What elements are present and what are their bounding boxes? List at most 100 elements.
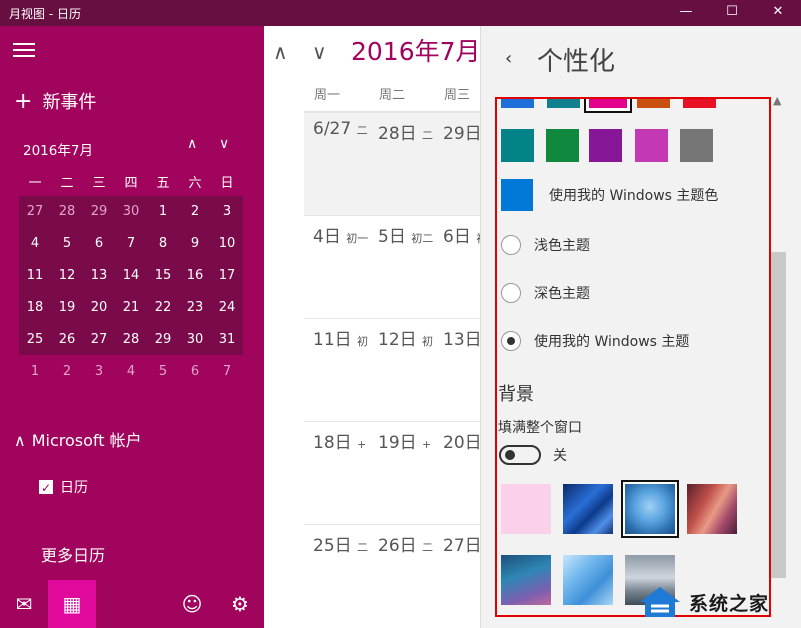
maximize-button[interactable]: ☐ [709,0,755,26]
mini-calendar-day[interactable]: 1 [19,356,51,388]
day-cell[interactable]: 27日 [434,525,481,627]
day-cell[interactable]: 4日 初一 [304,216,369,318]
mini-calendar-day[interactable]: 22 [147,292,179,324]
mini-calendar-next-icon[interactable]: ∨ [219,136,229,152]
close-button[interactable]: ✕ [755,0,801,26]
mini-calendar-day[interactable]: 14 [115,260,147,292]
mini-calendar-day[interactable]: 23 [179,292,211,324]
mini-calendar-day[interactable]: 30 [115,196,147,228]
day-cell[interactable]: 12日 初 [369,319,434,421]
day-cell[interactable]: 5日 初二 [369,216,434,318]
background-thumbnail-teal-wave[interactable] [501,555,551,605]
mini-calendar-day[interactable]: 15 [147,260,179,292]
accent-color-swatch[interactable] [683,99,716,108]
accent-color-swatch[interactable] [546,129,579,162]
mini-calendar-day[interactable]: 20 [83,292,115,324]
mini-calendar-day[interactable]: 2 [51,356,83,388]
mini-calendar-day[interactable]: 3 [211,196,243,228]
mini-calendar-day[interactable]: 10 [211,228,243,260]
day-cell[interactable]: 11日 初 [304,319,369,421]
mini-calendar-day[interactable]: 7 [211,356,243,388]
new-event-button[interactable]: + 新事件 [14,88,96,114]
theme-option-windows[interactable]: 使用我的 Windows 主题 [501,331,689,351]
day-cell[interactable]: 19日 + [369,422,434,524]
mini-calendar-day[interactable]: 12 [51,260,83,292]
day-cell[interactable]: 20日 [434,422,481,524]
mini-calendar-day[interactable]: 1 [147,196,179,228]
mini-calendar-day[interactable]: 29 [147,324,179,356]
accent-color-swatch[interactable] [501,99,534,108]
mini-calendar-day[interactable]: 11 [19,260,51,292]
mini-calendar-day[interactable]: 6 [83,228,115,260]
mini-calendar-day[interactable]: 30 [179,324,211,356]
radio-icon[interactable] [501,235,521,255]
fill-window-toggle[interactable] [499,445,541,465]
mini-calendar-day[interactable]: 3 [83,356,115,388]
mini-calendar-day[interactable]: 28 [51,196,83,228]
more-calendars-link[interactable]: 更多日历 [41,542,105,566]
mini-calendar-day[interactable]: 13 [83,260,115,292]
background-thumbnail-pink[interactable] [501,484,551,534]
mail-icon[interactable]: ✉ [0,580,48,628]
theme-option-dark[interactable]: 深色主题 [501,283,590,303]
windows-accent-swatch[interactable] [501,179,533,211]
mini-calendar-day[interactable]: 29 [83,196,115,228]
checkbox-checked-icon[interactable]: ✓ [39,480,53,495]
mini-calendar-day[interactable]: 17 [211,260,243,292]
mini-calendar-day[interactable]: 28 [115,324,147,356]
day-cell[interactable]: 26日 二 [369,525,434,627]
mini-calendar-prev-icon[interactable]: ∧ [187,136,197,152]
calendar-checkbox-row[interactable]: ✓ 日历 [39,477,88,497]
scrollbar-thumb[interactable] [770,252,786,578]
mini-calendar-day[interactable]: 18 [19,292,51,324]
mini-calendar-day[interactable]: 25 [19,324,51,356]
accent-color-swatch[interactable] [586,99,630,111]
accent-color-swatch[interactable] [680,129,713,162]
mini-calendar-day[interactable]: 9 [179,228,211,260]
mini-calendar-day[interactable]: 8 [147,228,179,260]
accent-color-swatch[interactable] [637,99,670,108]
hamburger-menu-icon[interactable] [13,43,35,61]
mini-calendar-day[interactable]: 26 [51,324,83,356]
day-cell[interactable]: 18日 + [304,422,369,524]
account-section-header[interactable]: ∧ Microsoft 帐户 [14,427,142,451]
mini-calendar-day[interactable]: 31 [211,324,243,356]
mini-calendar-day[interactable]: 27 [19,196,51,228]
next-month-icon[interactable]: ∨ [312,40,327,64]
mini-calendar-title[interactable]: 2016年7月 [23,139,93,159]
minimize-button[interactable]: — [663,0,709,26]
mini-calendar-day[interactable]: 21 [115,292,147,324]
mini-calendar-day[interactable]: 19 [51,292,83,324]
mini-calendar-day[interactable]: 6 [179,356,211,388]
background-thumbnail-blue-streaks[interactable] [563,484,613,534]
mini-calendar-day[interactable]: 27 [83,324,115,356]
background-thumbnail-blue-geometric[interactable] [563,555,613,605]
mini-calendar-day[interactable]: 5 [51,228,83,260]
accent-color-swatch[interactable] [635,129,668,162]
mini-calendar-day[interactable]: 24 [211,292,243,324]
day-cell[interactable]: 29日 二 [434,113,481,215]
accent-color-swatch[interactable] [501,129,534,162]
mini-calendar-day[interactable]: 5 [147,356,179,388]
accent-color-swatch[interactable] [589,129,622,162]
day-cell[interactable]: 28日 二 [369,113,434,215]
background-thumbnail-blue-tree[interactable] [623,482,677,536]
radio-icon[interactable] [501,283,521,303]
scroll-up-icon[interactable]: ▲ [773,94,781,107]
use-windows-accent-label[interactable]: 使用我的 Windows 主题色 [549,185,718,205]
mini-calendar-day[interactable]: 2 [179,196,211,228]
calendar-icon[interactable]: ▦ [48,580,96,628]
day-cell[interactable]: 6日 初 [434,216,481,318]
mini-calendar-day[interactable]: 7 [115,228,147,260]
theme-option-light[interactable]: 浅色主题 [501,235,590,255]
mini-calendar-day[interactable]: 4 [115,356,147,388]
background-thumbnail-red-canyon[interactable] [687,484,737,534]
day-cell[interactable]: 6/27 二 [304,113,369,215]
accent-color-swatch[interactable] [547,99,580,108]
feedback-icon[interactable]: ☺ [168,580,216,628]
day-cell[interactable]: 25日 二 [304,525,369,627]
previous-month-icon[interactable]: ∧ [273,40,288,64]
radio-selected-icon[interactable] [501,331,521,351]
mini-calendar-day[interactable]: 4 [19,228,51,260]
settings-gear-icon[interactable]: ⚙ [216,580,264,628]
